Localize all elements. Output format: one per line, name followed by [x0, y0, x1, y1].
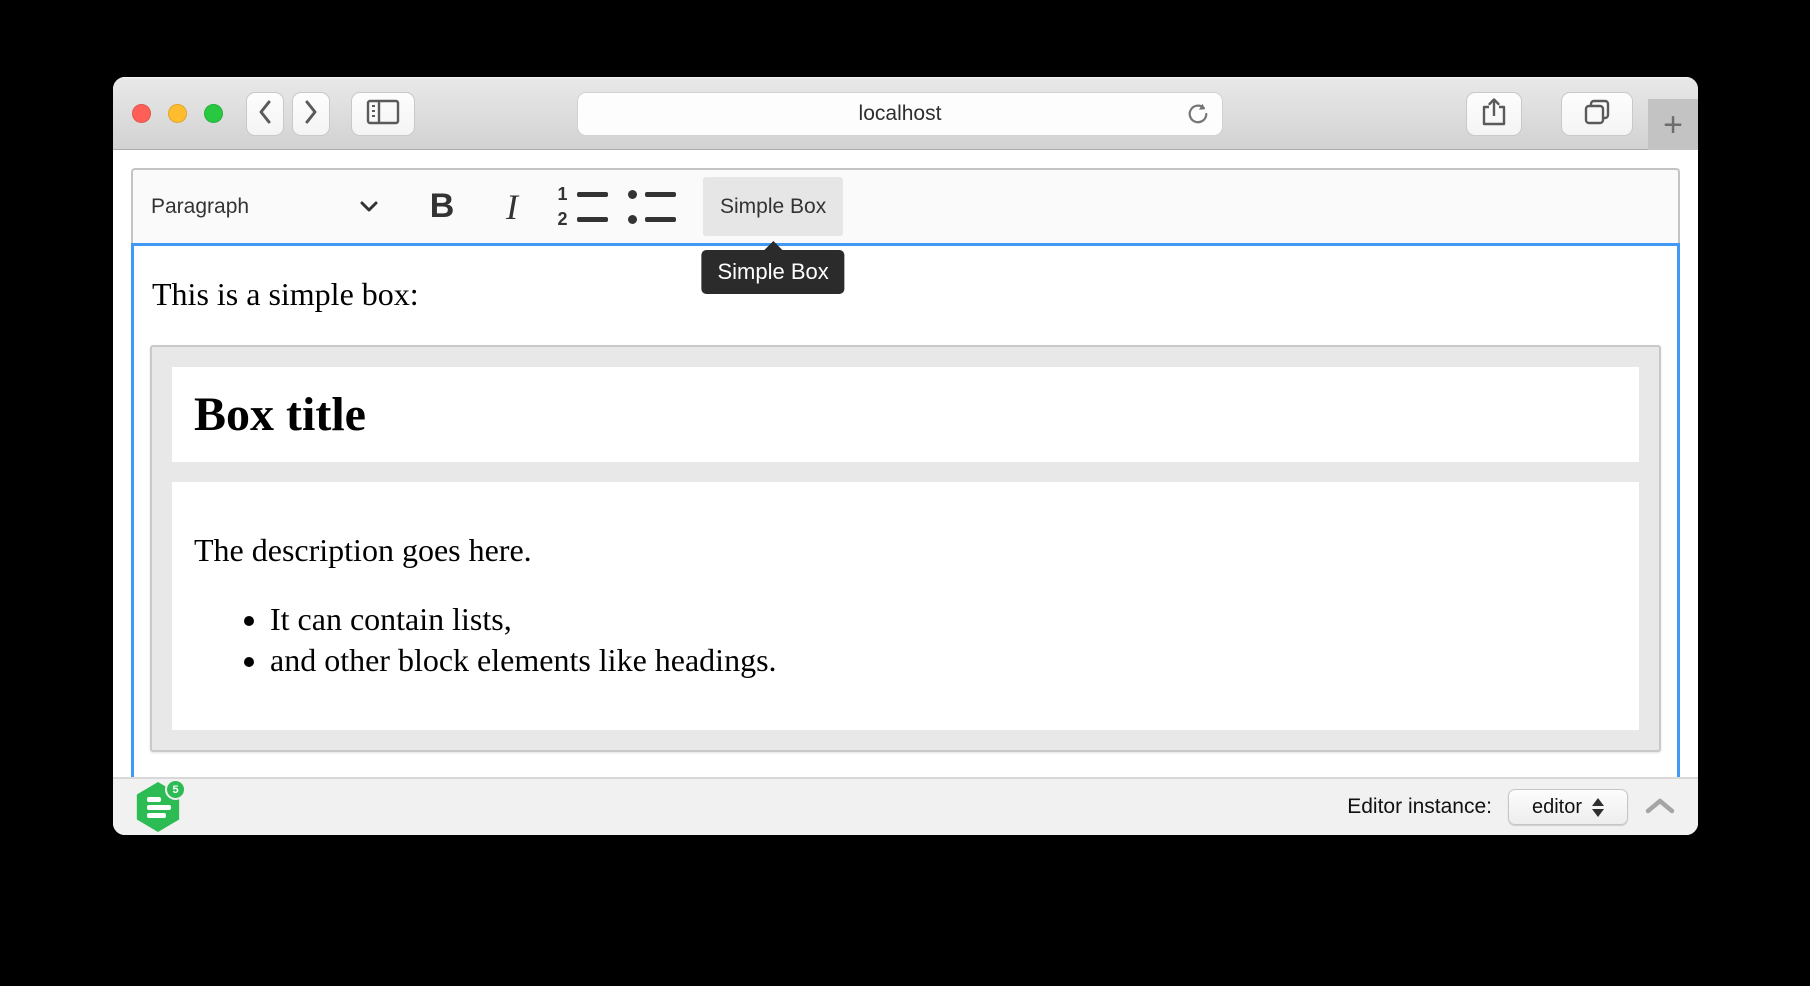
bold-icon: B — [430, 187, 455, 226]
tabs-overview-icon — [1581, 96, 1613, 133]
paragraph-style-label: Paragraph — [151, 195, 249, 219]
expand-inspector-button[interactable] — [1644, 796, 1676, 819]
sidebar-toggle-button[interactable] — [351, 92, 415, 136]
select-stepper-icon — [1592, 798, 1604, 817]
editor-editable-area[interactable]: This is a simple box: Box title The desc… — [131, 243, 1680, 777]
italic-button[interactable]: I — [483, 179, 541, 235]
chevron-up-icon — [1644, 796, 1676, 819]
version-badge: 5 — [165, 779, 186, 800]
zoom-window-button[interactable] — [204, 104, 223, 123]
simple-box-button[interactable]: Simple Box Simple Box — [703, 177, 843, 236]
address-bar-url: localhost — [859, 102, 942, 126]
paragraph-style-dropdown[interactable]: Paragraph — [149, 179, 389, 235]
intro-paragraph[interactable]: This is a simple box: — [152, 276, 1661, 313]
close-window-button[interactable] — [132, 104, 151, 123]
simple-box-tooltip: Simple Box — [701, 250, 844, 294]
editor-toolbar: Paragraph B I 1 2 — [131, 168, 1680, 243]
ckeditor-logo-icon: 5 — [135, 782, 181, 832]
safari-window: localhost — [113, 77, 1698, 835]
bold-button[interactable]: B — [413, 179, 471, 235]
share-button[interactable] — [1466, 92, 1522, 136]
simple-box-widget[interactable]: Box title The description goes here. It … — [150, 345, 1661, 752]
description-paragraph: The description goes here. — [194, 532, 1617, 569]
minimize-window-button[interactable] — [168, 104, 187, 123]
address-bar[interactable]: localhost — [577, 92, 1223, 136]
reload-icon — [1185, 101, 1211, 130]
web-page: Paragraph B I 1 2 — [113, 150, 1698, 835]
desktop-background: localhost — [0, 0, 1810, 986]
sidebar-icon — [365, 97, 401, 132]
simple-box-button-label: Simple Box — [720, 195, 826, 218]
ckeditor: Paragraph B I 1 2 — [131, 168, 1680, 777]
chevron-down-icon — [359, 195, 379, 219]
share-icon — [1480, 96, 1508, 133]
show-all-tabs-button[interactable] — [1561, 92, 1633, 136]
editor-instance-value: editor — [1532, 796, 1582, 819]
inspector-status-bar: 5 Editor instance: editor — [113, 777, 1698, 835]
chevron-left-icon — [257, 99, 273, 130]
forward-button[interactable] — [292, 92, 330, 136]
chevron-right-icon — [303, 99, 319, 130]
numbered-list-button[interactable]: 1 2 — [553, 179, 611, 235]
window-controls — [132, 104, 223, 123]
italic-icon: I — [506, 186, 518, 228]
plus-icon: + — [1663, 108, 1683, 142]
bulleted-list-icon — [628, 186, 676, 227]
list-item[interactable]: and other block elements like headings. — [270, 640, 1617, 681]
list-item[interactable]: It can contain lists, — [270, 599, 1617, 640]
box-description[interactable]: The description goes here. It can contai… — [172, 482, 1639, 730]
box-title[interactable]: Box title — [172, 367, 1639, 462]
description-list: It can contain lists, and other block el… — [194, 599, 1617, 680]
back-button[interactable] — [246, 92, 284, 136]
bulleted-list-button[interactable] — [623, 179, 681, 235]
editor-instance-select[interactable]: editor — [1508, 789, 1628, 825]
numbered-list-icon: 1 2 — [557, 186, 608, 227]
editor-instance-label: Editor instance: — [1347, 795, 1492, 819]
reload-button[interactable] — [1184, 101, 1212, 129]
browser-toolbar: localhost — [113, 77, 1698, 150]
new-tab-button[interactable]: + — [1648, 99, 1698, 150]
